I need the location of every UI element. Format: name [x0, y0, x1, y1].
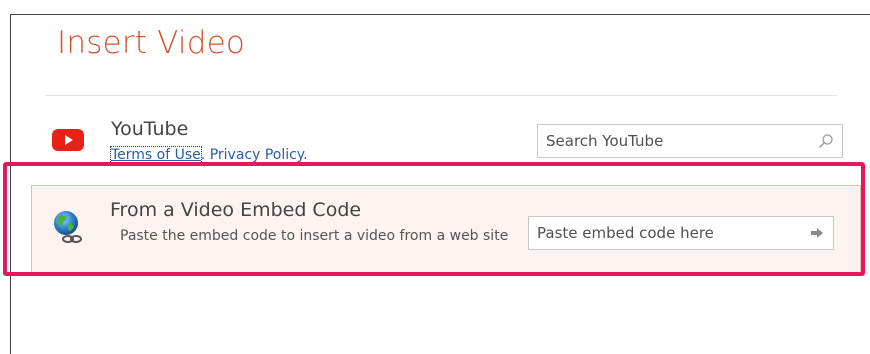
terms-of-use-link[interactable]: Terms of Use: [110, 146, 202, 164]
arrow-right-icon: [811, 228, 823, 238]
search-button[interactable]: [816, 131, 836, 151]
search-icon: [819, 134, 833, 148]
embed-code-box: [528, 216, 834, 250]
dialog-title: Insert Video: [57, 25, 246, 61]
youtube-search-input[interactable]: [538, 125, 798, 157]
insert-embed-button[interactable]: [807, 223, 827, 243]
embed-code-input[interactable]: [529, 217, 789, 249]
youtube-icon: [52, 129, 84, 151]
globe-link-icon: [54, 211, 82, 243]
youtube-title: YouTube: [111, 118, 189, 140]
embed-code-title: From a Video Embed Code: [110, 199, 362, 221]
youtube-source-row: YouTube Terms of Use. Privacy Policy.: [33, 111, 861, 175]
insert-video-dialog: Insert Video YouTube Terms of Use. Priva…: [10, 14, 870, 354]
youtube-links: Terms of Use. Privacy Policy.: [110, 146, 308, 164]
privacy-policy-link[interactable]: Privacy Policy.: [210, 147, 308, 163]
title-divider: [45, 95, 837, 96]
links-separator: .: [200, 147, 206, 163]
youtube-search-box: [537, 124, 843, 158]
embed-code-description: Paste the embed code to insert a video f…: [120, 228, 509, 244]
embed-code-source-row: From a Video Embed Code Paste the embed …: [31, 185, 861, 275]
